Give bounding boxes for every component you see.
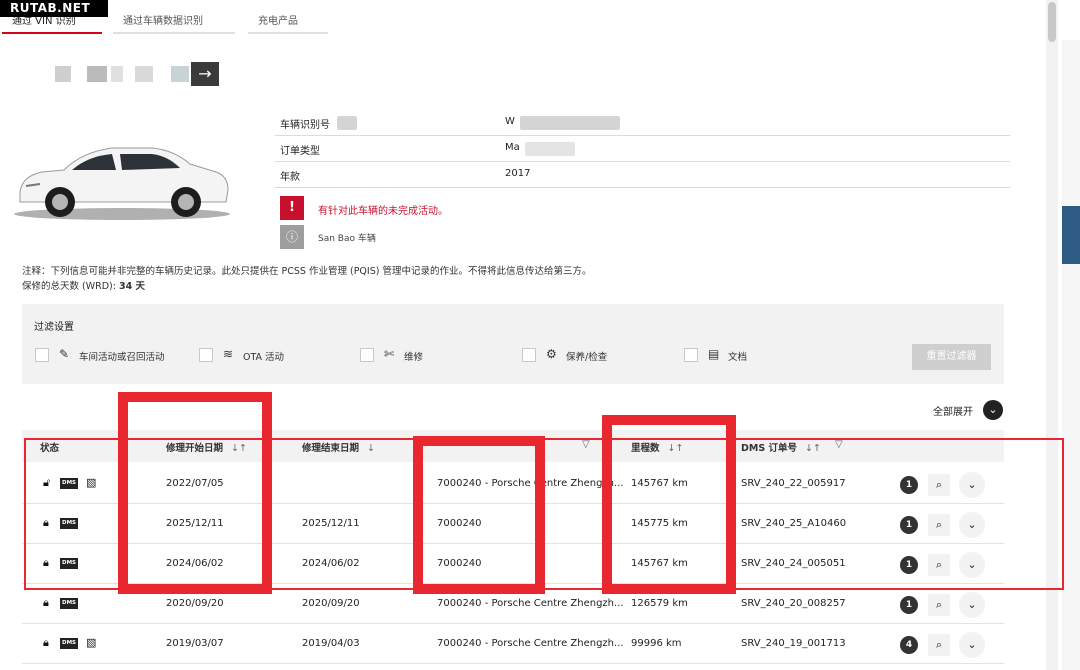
search-details-icon[interactable]: ⌕ [928,594,950,616]
start-date: 2020/09/20 [166,598,224,609]
wifi-icon: ≋ [223,347,234,361]
model-blur [525,142,575,156]
wrench-icon: ✄ [384,347,395,361]
mileage: 99996 km [631,638,682,649]
info-row-vin: 车辆识别号 W [275,110,1010,136]
vin-blur [87,66,107,82]
tab-vehicle-data[interactable]: 通过车辆数据识别 [113,12,235,34]
vehicle-image [14,147,230,220]
filter-label: OTA 活动 [243,352,285,363]
vin-blur [337,116,357,130]
warranty-days: 保修的总天数 (WRD): 34 天 [22,279,591,294]
watermark: RUTAB.NET [0,0,108,17]
vehicle-info-table: 车辆识别号 W 订单类型 Ma 年款 2017 [275,110,1010,188]
chevron-down-icon[interactable]: ⌄ [959,632,985,658]
filter-title: 过滤设置 [34,322,74,333]
info-icon: ⓘ [280,225,304,249]
search-details-icon[interactable]: ⌕ [928,634,950,656]
arrow-right-icon[interactable]: → [191,62,219,86]
checkbox[interactable] [522,348,536,362]
info-row-order-type: 订单类型 Ma [275,136,1010,162]
filter-label: 维修 [404,352,424,363]
lock-icon: 🔒︎ [43,636,49,649]
scrollbar-thumb[interactable] [1048,2,1056,42]
chevron-down-icon[interactable]: ⌄ [959,592,985,618]
checkbox[interactable] [199,348,213,362]
alert-text: 有针对此车辆的未完成活动。 [318,206,448,217]
job-count-badge: 1 [900,596,918,614]
start-date: 2019/03/07 [166,638,224,649]
info-value: 2017 [505,168,531,179]
checkbox[interactable] [360,348,374,362]
filter-label: 保养/检查 [566,352,608,363]
disclaimer-note: 注释：下列信息可能并非完整的车辆历史记录。此处只提供在 PCSS 作业管理 (P… [22,264,591,294]
info-value: Ma [505,142,520,153]
vin-blur [171,66,189,82]
san-bao-notice: ⓘ San Bao 车辆 [280,225,680,249]
disclaimer-text: 注释：下列信息可能并非完整的车辆历史记录。此处只提供在 PCSS 作业管理 (P… [22,266,592,277]
warranty-days-label: 保修的总天数 (WRD): [22,281,116,292]
table-row[interactable]: 🔒︎ DMS ▧ 2019/03/07 2019/04/03 7000240 -… [22,624,1004,664]
job-count-badge: 4 [900,636,918,654]
exclamation-icon: ! [280,196,304,220]
open-campaign-alert: ! 有针对此车辆的未完成活动。 [280,196,680,220]
reset-filter-button[interactable]: 重置过滤器 [912,344,991,370]
checkbox[interactable] [684,348,698,362]
vin-blur [520,116,620,130]
document-icon: ▤ [708,347,720,361]
end-date: 2019/04/03 [302,638,360,649]
dealer: 7000240 - Porsche Centre Zhengzh... [437,638,624,649]
vin-blur [111,66,123,82]
lock-icon: 🔒︎ [43,596,49,609]
notice-text: San Bao 车辆 [318,234,376,244]
chevron-down-icon[interactable]: ⌄ [983,400,1003,420]
info-value: W [505,116,515,127]
filter-label: 车间活动或召回活动 [79,352,165,363]
side-accent-tab[interactable] [1062,206,1080,264]
dms-order-number: SRV_240_19_001713 [741,638,846,649]
dms-badge: DMS [60,598,78,609]
info-label: 订单类型 [280,146,320,157]
vin-blur [135,66,153,82]
tab-charging-products[interactable]: 充电产品 [248,12,328,34]
highlight-rows [24,438,1064,590]
document-icon: ▧ [86,636,97,649]
wrench-tag-icon: ✎ [59,347,70,361]
info-label: 车辆识别号 [280,120,330,131]
mileage: 126579 km [631,598,688,609]
side-panel [1062,40,1080,670]
end-date: 2020/09/20 [302,598,360,609]
filter-panel: 过滤设置 ✎ 车间活动或召回活动 ≋ OTA 活动 ✄ 维修 ⚙ 保养/检查 ▤… [22,304,1004,384]
dms-order-number: SRV_240_20_008257 [741,598,846,609]
warranty-days-value: 34 天 [118,281,146,292]
filter-label: 文档 [728,352,748,363]
info-row-model-year: 年款 2017 [275,162,1010,188]
tab-bar: 通过 VIN 识别 通过车辆数据识别 充电产品 [0,12,1030,34]
dealer: 7000240 - Porsche Centre Zhengzh... [437,598,624,609]
info-label: 年款 [280,172,300,183]
checkbox[interactable] [35,348,49,362]
gear-icon: ⚙ [546,347,557,361]
dms-badge: DMS [60,638,78,649]
expand-all-label: 全部展开 [933,407,973,418]
vin-blur [55,66,71,82]
